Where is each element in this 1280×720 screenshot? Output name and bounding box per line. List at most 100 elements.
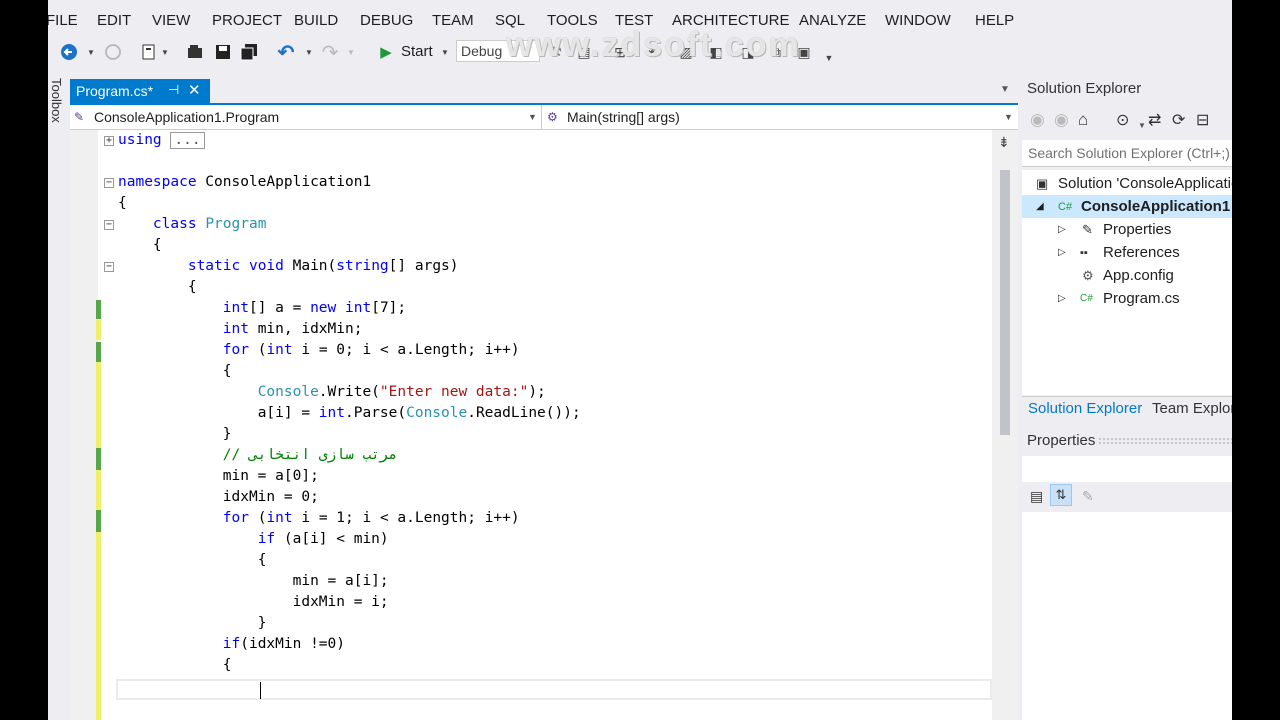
type-dropdown-value: ConsoleApplication1.Program xyxy=(94,109,280,125)
unsaved-change-bar xyxy=(96,532,101,720)
collapse-toggle-icon[interactable]: − xyxy=(104,178,114,188)
tree-item-label: ConsoleApplication1 xyxy=(1081,198,1231,215)
menu-window[interactable]: WINDOW xyxy=(885,12,951,29)
alphabetical-icon[interactable]: ⇅ xyxy=(1050,484,1072,506)
navigate-forward-icon[interactable] xyxy=(104,42,122,62)
code-line: { xyxy=(187,279,197,295)
tree-item-label: Program.cs xyxy=(1103,290,1180,307)
start-icon[interactable]: ▶ xyxy=(378,42,394,62)
new-project-icon[interactable] xyxy=(140,42,158,62)
collapse-toggle-icon[interactable]: − xyxy=(104,220,114,230)
code-line: using ... xyxy=(118,130,205,151)
tab-solution-explorer[interactable]: Solution Explorer xyxy=(1028,400,1142,417)
saved-change-bar xyxy=(96,510,101,532)
pending-changes-filter-icon[interactable]: ⊙ xyxy=(1116,110,1129,130)
menu-team[interactable]: TEAM xyxy=(432,12,474,29)
chevron-down-icon[interactable]: ▼ xyxy=(346,42,356,62)
tree-item-program-cs[interactable]: ▷ C# Program.cs xyxy=(1022,287,1232,310)
member-dropdown-value: Main(string[] args) xyxy=(567,109,680,125)
home-icon[interactable]: ⌂ xyxy=(1078,110,1088,130)
code-line: { xyxy=(118,195,127,211)
open-file-icon[interactable] xyxy=(186,42,204,62)
chevron-down-icon: ▼ xyxy=(528,112,537,122)
tree-item-references[interactable]: ▷ ▪▪ References xyxy=(1022,241,1232,264)
code-line: min = a[i]; xyxy=(292,573,389,589)
expanded-icon[interactable]: ◢ xyxy=(1036,201,1044,212)
tree-item-properties[interactable]: ▷ ✎ Properties xyxy=(1022,218,1232,241)
collapse-all-icon[interactable]: ⊟ xyxy=(1196,110,1209,130)
tab-title: Program.cs* xyxy=(76,83,154,99)
tree-item-label: App.config xyxy=(1103,267,1174,284)
chevron-down-icon[interactable]: ▼ xyxy=(1138,115,1146,135)
toolbox-tab[interactable]: Toolbox xyxy=(48,78,64,138)
menu-file[interactable]: FILE xyxy=(48,12,78,29)
pin-icon[interactable]: ⊣ xyxy=(168,82,179,98)
menu-analyze[interactable]: ANALYZE xyxy=(799,12,866,29)
tree-item-solution[interactable]: ▣ Solution 'ConsoleApplication1' (1 proj… xyxy=(1022,172,1232,195)
menu-view[interactable]: VIEW xyxy=(152,12,190,29)
menu-project[interactable]: PROJECT xyxy=(212,12,282,29)
toolbar-overflow-icon[interactable]: ▼ xyxy=(822,48,836,68)
tree-item-app-config[interactable]: ⚙ App.config xyxy=(1022,264,1232,287)
unsaved-change-bar xyxy=(96,470,101,510)
back-icon[interactable]: ◉ xyxy=(1030,110,1045,130)
tab-program-cs[interactable]: Program.cs* ⊣ ✕ xyxy=(70,79,210,103)
split-window-icon[interactable]: ⇟ xyxy=(998,134,1010,151)
csharp-project-icon: C# xyxy=(1058,200,1073,213)
menu-debug[interactable]: DEBUG xyxy=(360,12,413,29)
scrollbar-thumb[interactable] xyxy=(1000,170,1010,435)
tab-list-dropdown-icon[interactable]: ▼ xyxy=(1000,84,1010,95)
collapsed-arrow-icon[interactable]: ▷ xyxy=(1058,224,1066,235)
menu-edit[interactable]: EDIT xyxy=(97,12,131,29)
wrench-icon: ✎ xyxy=(1082,221,1093,237)
properties-object-selector[interactable] xyxy=(1022,456,1232,482)
menu-build[interactable]: BUILD xyxy=(294,12,338,29)
code-line: idxMin = 0; xyxy=(222,489,319,505)
undo-icon[interactable]: ↶ xyxy=(276,42,296,64)
references-icon: ▪▪ xyxy=(1080,246,1088,259)
property-pages-icon[interactable]: ✎ xyxy=(1082,486,1094,506)
save-icon[interactable] xyxy=(214,42,232,62)
tab-team-explorer[interactable]: Team Explorer xyxy=(1152,400,1232,417)
solution-explorer-tabs: Solution Explorer Team Explorer xyxy=(1022,396,1232,422)
start-button-label[interactable]: Start xyxy=(401,43,433,60)
chevron-down-icon[interactable]: ▼ xyxy=(86,42,96,62)
collapsed-arrow-icon[interactable]: ▷ xyxy=(1058,247,1066,258)
saved-change-bar xyxy=(96,342,101,362)
code-line: if(idxMin !=0) xyxy=(222,636,345,652)
collapse-toggle-icon[interactable]: − xyxy=(104,262,114,272)
save-all-icon[interactable] xyxy=(240,42,258,62)
chevron-down-icon[interactable]: ▼ xyxy=(160,42,170,62)
menu-help[interactable]: HELP xyxy=(975,12,1014,29)
code-line: int[] a = new int[7]; xyxy=(222,300,407,316)
code-line: } xyxy=(222,426,232,442)
tree-item-label: Properties xyxy=(1103,221,1172,238)
config-file-icon: ⚙ xyxy=(1082,267,1094,283)
close-icon[interactable]: ✕ xyxy=(188,81,201,99)
vertical-scrollbar[interactable]: ⇟ xyxy=(992,130,1018,720)
categorized-icon[interactable]: ▤ xyxy=(1030,486,1043,506)
forward-icon[interactable]: ◉ xyxy=(1054,110,1069,130)
tree-item-label: References xyxy=(1103,244,1180,261)
properties-grid xyxy=(1022,512,1232,720)
refresh-icon[interactable]: ⟳ xyxy=(1172,110,1185,130)
title-grip xyxy=(1098,437,1232,445)
chevron-down-icon[interactable]: ▼ xyxy=(440,42,450,62)
chevron-down-icon[interactable]: ▼ xyxy=(304,42,314,62)
watermark: www.zdsoft.com xyxy=(506,26,801,64)
redo-icon[interactable]: ↷ xyxy=(320,42,340,64)
sync-icon[interactable]: ⇄ xyxy=(1148,110,1161,130)
code-line: // مرتب سازی انتخابی xyxy=(222,447,398,463)
code-editor[interactable]: + − − − using ... namespace ConsoleAppli… xyxy=(70,130,1018,720)
member-dropdown[interactable]: ⚙ Main(string[] args) ▼ xyxy=(543,105,1018,130)
type-dropdown[interactable]: ✎ ConsoleApplication1.Program ▼ xyxy=(70,105,542,130)
tree-item-project[interactable]: ◢ C# ConsoleApplication1 xyxy=(1022,195,1232,218)
current-line-highlight xyxy=(116,679,992,700)
collapsed-arrow-icon[interactable]: ▷ xyxy=(1058,293,1066,304)
solution-explorer-search-input[interactable]: Search Solution Explorer (Ctrl+;) xyxy=(1022,140,1232,167)
code-line: { xyxy=(222,363,232,379)
tree-item-label: Solution 'ConsoleApplication1' (1 projec… xyxy=(1058,175,1232,192)
navigate-back-icon[interactable] xyxy=(60,42,78,62)
expand-toggle-icon[interactable]: + xyxy=(104,136,114,146)
code-line: idxMin = i; xyxy=(292,594,389,610)
